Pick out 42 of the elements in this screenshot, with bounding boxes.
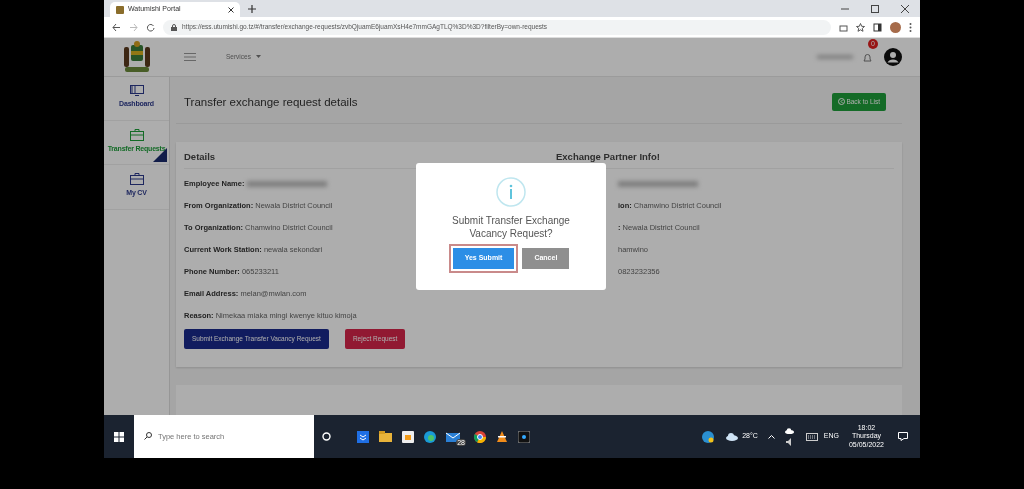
menu-icon[interactable] [184, 53, 196, 62]
dropbox-icon[interactable] [357, 430, 369, 443]
caret-icon [255, 55, 261, 59]
chrome-icon[interactable] [474, 430, 486, 443]
user-name [817, 55, 853, 60]
lock-icon [171, 23, 177, 31]
reload-icon[interactable] [146, 22, 155, 32]
speaker-icon[interactable] [785, 437, 793, 446]
more-menu-icon[interactable] [909, 22, 912, 32]
search-icon [144, 432, 152, 440]
monitor-icon [129, 85, 144, 97]
back-arrow-icon[interactable] [112, 22, 121, 32]
close-tab-icon[interactable] [228, 6, 234, 13]
edge-icon[interactable] [424, 430, 436, 443]
briefcase-icon [129, 173, 144, 186]
cloud-icon [784, 427, 794, 434]
maximize-icon[interactable] [870, 4, 880, 14]
notification-bell-icon[interactable] [863, 52, 872, 63]
page-title: Transfer exchange request details [184, 94, 358, 110]
profile-avatar-icon[interactable] [890, 21, 901, 33]
back-circle-icon [837, 98, 845, 106]
dialog-title: Submit Transfer Exchange Vacancy Request? [451, 214, 571, 240]
new-tab-icon[interactable] [248, 5, 256, 13]
keyboard-icon[interactable] [805, 432, 818, 441]
side-panel-icon[interactable] [873, 22, 882, 32]
chevron-up-icon[interactable] [767, 434, 775, 439]
cortana-icon[interactable] [322, 432, 331, 441]
cloud-icon [726, 432, 739, 441]
notifications-icon[interactable] [898, 432, 908, 441]
info-icon [496, 177, 526, 207]
vlc-icon[interactable] [496, 430, 508, 443]
folder-icon[interactable] [379, 431, 392, 442]
help-icon[interactable] [702, 430, 715, 443]
user-avatar-icon[interactable] [884, 48, 902, 67]
star-icon[interactable] [856, 22, 865, 32]
camera-app-icon[interactable] [518, 430, 530, 443]
briefcase-icon [129, 128, 144, 141]
store-icon[interactable] [402, 430, 414, 443]
close-icon[interactable] [900, 4, 910, 14]
favicon-icon [116, 5, 124, 14]
mail-icon[interactable] [446, 431, 460, 442]
start-icon[interactable] [114, 431, 124, 442]
